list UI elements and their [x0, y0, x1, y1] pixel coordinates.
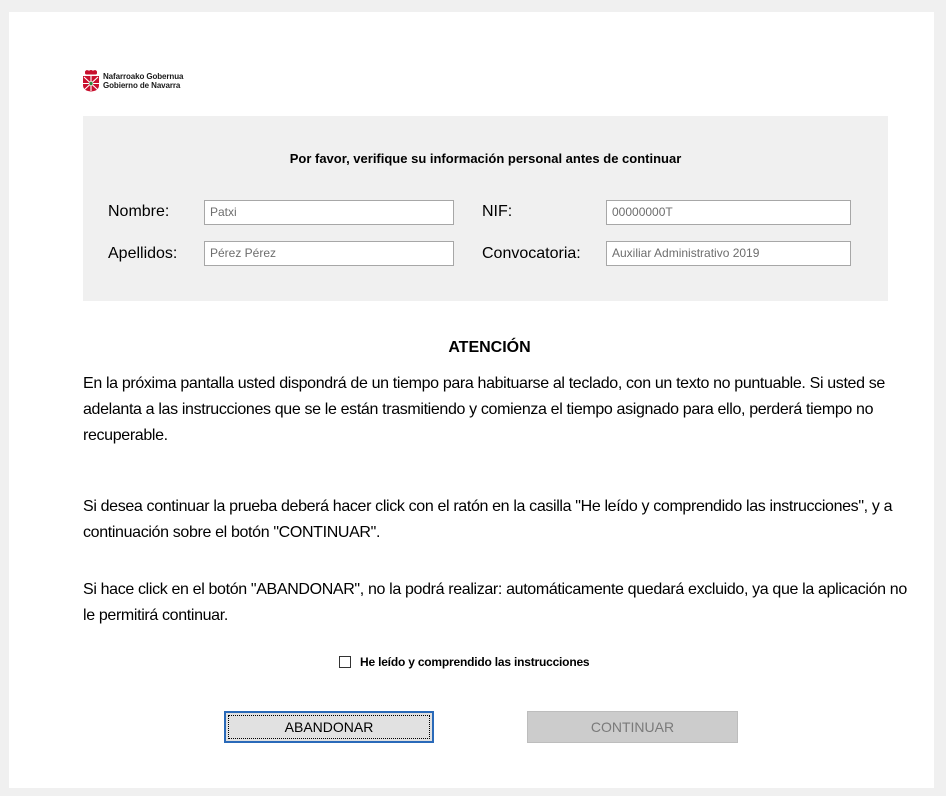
personal-info-heading: Por favor, verifique su información pers…	[289, 151, 682, 166]
continue-button[interactable]: CONTINUAR	[527, 711, 738, 743]
nombre-field[interactable]: Patxi	[204, 200, 454, 225]
convocatoria-label: Convocatoria:	[482, 245, 581, 262]
nif-field[interactable]: 00000000T	[606, 200, 851, 225]
attention-title: ATENCIÓN	[448, 339, 531, 356]
instructions-paragraph-1: En la próxima pantalla usted dispondrá d…	[83, 375, 885, 444]
navarra-coat-of-arms-icon	[82, 70, 100, 92]
logo-text: Nafarroako Gobernua Gobierno de Navarra	[103, 72, 183, 90]
instructions-paragraph-3: Si hace click en el botón "ABANDONAR", n…	[83, 581, 907, 624]
confirm-instructions-row[interactable]: He leído y comprendido las instrucciones	[339, 655, 590, 669]
gobierno-navarra-logo: Nafarroako Gobernua Gobierno de Navarra	[82, 70, 183, 92]
logo-line-spanish: Gobierno de Navarra	[103, 81, 181, 90]
apellidos-label: Apellidos:	[108, 245, 178, 262]
convocatoria-field[interactable]: Auxiliar Administrativo 2019	[606, 241, 851, 266]
abandon-button[interactable]: ABANDONAR	[224, 711, 434, 743]
nombre-label: Nombre:	[108, 203, 170, 220]
instructions-paragraph-2: Si desea continuar la prueba deberá hace…	[83, 498, 893, 541]
nif-label: NIF:	[482, 203, 513, 220]
logo-line-basque: Nafarroako Gobernua	[103, 72, 184, 81]
confirm-instructions-checkbox[interactable]	[339, 656, 351, 668]
apellidos-field[interactable]: Pérez Pérez	[204, 241, 454, 266]
confirm-instructions-label[interactable]: He leído y comprendido las instrucciones	[360, 655, 590, 669]
